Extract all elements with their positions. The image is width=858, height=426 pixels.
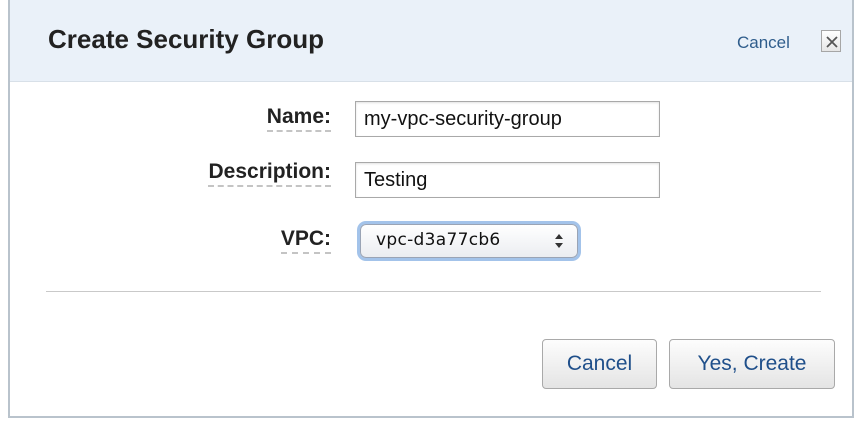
divider: [46, 291, 821, 292]
name-label: Name:: [266, 105, 331, 132]
dialog-title: Create Security Group: [48, 24, 324, 54]
vpc-selected-value: vpc-d3a77cb6: [376, 230, 501, 250]
yes-create-button[interactable]: Yes, Create: [669, 339, 835, 389]
description-label: Description:: [208, 160, 331, 187]
cancel-button[interactable]: Cancel: [542, 339, 657, 389]
dialog-header: Create Security Group Cancel: [10, 0, 852, 82]
vpc-select[interactable]: vpc-d3a77cb6: [360, 224, 578, 258]
description-input[interactable]: [355, 162, 660, 198]
close-button[interactable]: [821, 30, 841, 52]
updown-arrows-icon: [555, 234, 563, 248]
create-security-group-dialog: Create Security Group Cancel Name: Descr…: [8, 0, 854, 418]
name-input[interactable]: [355, 101, 660, 137]
close-icon: [826, 36, 838, 48]
vpc-label: VPC:: [280, 227, 331, 254]
header-cancel-link[interactable]: Cancel: [737, 33, 790, 53]
